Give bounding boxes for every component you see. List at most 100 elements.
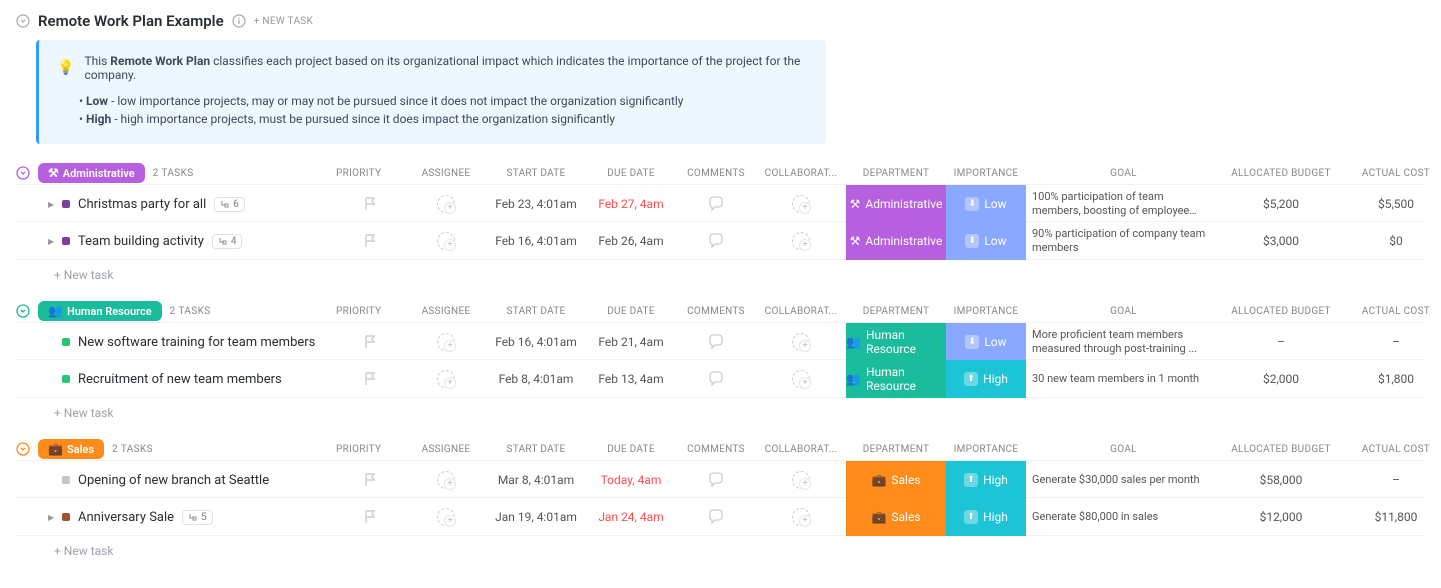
department-badge[interactable]: 💼 Sales <box>846 498 946 536</box>
cost-value[interactable]: $0 <box>1341 234 1441 248</box>
comments-cell[interactable] <box>676 471 756 489</box>
budget-value[interactable]: $2,000 <box>1221 372 1341 386</box>
table-row[interactable]: ▶ Christmas party for all 6 Feb 23, 4:01… <box>16 184 1425 222</box>
subtask-badge[interactable]: 6 <box>214 197 245 212</box>
add-collaborator-icon[interactable] <box>792 370 810 388</box>
due-date[interactable]: Feb 13, 4am <box>586 372 676 386</box>
due-date[interactable]: Feb 21, 4am <box>586 335 676 349</box>
priority-cell[interactable] <box>336 508 406 526</box>
group-collapse-icon[interactable] <box>16 442 30 456</box>
table-row[interactable]: ▶ Recruitment of new team members Feb 8,… <box>16 360 1425 398</box>
priority-cell[interactable] <box>336 232 406 250</box>
add-assignee-icon[interactable] <box>437 508 455 526</box>
due-date[interactable]: Feb 27, 4am <box>586 197 676 211</box>
goal-text[interactable]: Generate $30,000 sales per month <box>1026 473 1221 487</box>
due-date[interactable]: Feb 26, 4am <box>586 234 676 248</box>
assignee-cell[interactable] <box>406 333 486 351</box>
importance-badge[interactable]: ⬆ High <box>946 498 1026 536</box>
add-assignee-icon[interactable] <box>437 232 455 250</box>
collapse-all-icon[interactable] <box>16 14 30 28</box>
expand-row-icon[interactable]: ▶ <box>48 513 54 522</box>
group-pill[interactable]: 👥 Human Resource <box>38 301 162 321</box>
add-assignee-icon[interactable] <box>437 471 455 489</box>
department-badge[interactable]: ⚒ Administrative <box>846 222 946 260</box>
task-name[interactable]: New software training for team members <box>78 335 315 350</box>
task-name[interactable]: Recruitment of new team members <box>78 372 282 387</box>
subtask-badge[interactable]: 5 <box>182 510 213 525</box>
status-square-icon[interactable] <box>62 476 70 484</box>
new-task-button[interactable]: + New task <box>16 398 1425 428</box>
info-icon[interactable] <box>232 14 246 28</box>
goal-text[interactable]: 90% participation of company team member… <box>1026 227 1221 256</box>
assignee-cell[interactable] <box>406 195 486 213</box>
add-collaborator-icon[interactable] <box>792 232 810 250</box>
cost-value[interactable]: $1,800 <box>1341 372 1441 386</box>
table-row[interactable]: ▶ Team building activity 4 Feb 16, 4:01a… <box>16 222 1425 260</box>
start-date[interactable]: Mar 8, 4:01am <box>486 473 586 487</box>
add-assignee-icon[interactable] <box>437 195 455 213</box>
priority-cell[interactable] <box>336 370 406 388</box>
table-row[interactable]: ▶ Opening of new branch at Seattle Mar 8… <box>16 460 1425 498</box>
budget-value[interactable]: $12,000 <box>1221 510 1341 524</box>
group-pill[interactable]: 💼 Sales <box>38 439 104 459</box>
new-task-button[interactable]: + New task <box>16 536 1425 566</box>
collab-cell[interactable] <box>756 508 846 526</box>
collab-cell[interactable] <box>756 370 846 388</box>
comments-cell[interactable] <box>676 195 756 213</box>
comments-cell[interactable] <box>676 370 756 388</box>
add-collaborator-icon[interactable] <box>792 508 810 526</box>
collab-cell[interactable] <box>756 333 846 351</box>
start-date[interactable]: Feb 16, 4:01am <box>486 234 586 248</box>
goal-text[interactable]: 30 new team members in 1 month <box>1026 372 1221 386</box>
comments-cell[interactable] <box>676 508 756 526</box>
start-date[interactable]: Feb 23, 4:01am <box>486 197 586 211</box>
cost-value[interactable]: – <box>1341 335 1441 349</box>
cost-value[interactable]: – <box>1341 473 1441 487</box>
budget-value[interactable]: $5,200 <box>1221 197 1341 211</box>
department-badge[interactable]: ⚒ Administrative <box>846 185 946 223</box>
cost-value[interactable]: $5,500 <box>1341 197 1441 211</box>
priority-cell[interactable] <box>336 333 406 351</box>
group-collapse-icon[interactable] <box>16 166 30 180</box>
status-square-icon[interactable] <box>62 375 70 383</box>
importance-badge[interactable]: ⬆ High <box>946 461 1026 499</box>
task-name[interactable]: Christmas party for all <box>78 197 206 212</box>
group-collapse-icon[interactable] <box>16 304 30 318</box>
table-row[interactable]: ▶ New software training for team members… <box>16 322 1425 360</box>
importance-badge[interactable]: ⬇ Low <box>946 222 1026 260</box>
collab-cell[interactable] <box>756 232 846 250</box>
budget-value[interactable]: $3,000 <box>1221 234 1341 248</box>
assignee-cell[interactable] <box>406 232 486 250</box>
assignee-cell[interactable] <box>406 370 486 388</box>
task-name[interactable]: Team building activity <box>78 234 204 249</box>
status-square-icon[interactable] <box>62 513 70 521</box>
start-date[interactable]: Feb 16, 4:01am <box>486 335 586 349</box>
task-name[interactable]: Anniversary Sale <box>78 510 174 525</box>
goal-text[interactable]: More proficient team members measured th… <box>1026 328 1221 357</box>
assignee-cell[interactable] <box>406 508 486 526</box>
due-date[interactable]: Today, 4am <box>586 473 676 487</box>
status-square-icon[interactable] <box>62 237 70 245</box>
assignee-cell[interactable] <box>406 471 486 489</box>
goal-text[interactable]: Generate $80,000 in sales <box>1026 510 1221 524</box>
new-task-button-top[interactable]: + NEW TASK <box>254 16 313 27</box>
new-task-button[interactable]: + New task <box>16 260 1425 290</box>
budget-value[interactable]: – <box>1221 335 1341 349</box>
add-collaborator-icon[interactable] <box>792 195 810 213</box>
comments-cell[interactable] <box>676 333 756 351</box>
group-pill[interactable]: ⚒ Administrative <box>38 163 145 183</box>
collab-cell[interactable] <box>756 195 846 213</box>
budget-value[interactable]: $58,000 <box>1221 473 1341 487</box>
department-badge[interactable]: 👥 Human Resource <box>846 323 946 361</box>
add-assignee-icon[interactable] <box>437 333 455 351</box>
subtask-badge[interactable]: 4 <box>212 234 243 249</box>
add-collaborator-icon[interactable] <box>792 333 810 351</box>
goal-text[interactable]: 100% participation of team members, boos… <box>1026 190 1221 219</box>
task-name[interactable]: Opening of new branch at Seattle <box>78 473 269 488</box>
add-collaborator-icon[interactable] <box>792 471 810 489</box>
start-date[interactable]: Jan 19, 4:01am <box>486 510 586 524</box>
importance-badge[interactable]: ⬇ Low <box>946 323 1026 361</box>
cost-value[interactable]: $11,800 <box>1341 510 1441 524</box>
importance-badge[interactable]: ⬆ High <box>946 360 1026 398</box>
table-row[interactable]: ▶ Anniversary Sale 5 Jan 19, 4:01am Jan … <box>16 498 1425 536</box>
